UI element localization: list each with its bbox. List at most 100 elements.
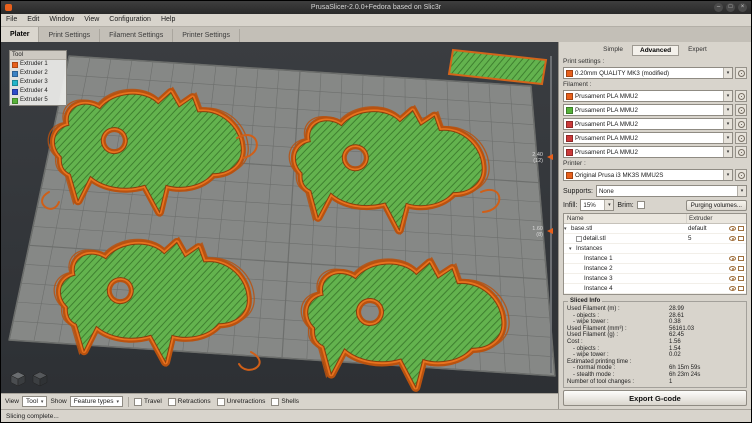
layer-slider-handle[interactable]: 1.60 (8) — [532, 226, 543, 238]
visibility-eye-icon[interactable] — [729, 256, 736, 261]
extruder-color-chip — [12, 89, 18, 95]
printable-icon[interactable] — [738, 266, 744, 271]
mode-tab[interactable]: Advanced — [632, 45, 679, 56]
menu-item[interactable]: Edit — [22, 14, 44, 26]
mode-tab[interactable]: Simple — [596, 45, 630, 56]
visibility-eye-icon[interactable] — [729, 276, 736, 281]
settings-tab[interactable]: Printer Settings — [173, 29, 240, 42]
filament-edit-button[interactable] — [735, 104, 747, 116]
feature-toggle[interactable]: Shells — [271, 398, 299, 406]
row-checkbox[interactable] — [576, 236, 582, 242]
object-list-row[interactable]: Instance 2 — [564, 264, 746, 274]
feature-checkbox[interactable] — [217, 398, 225, 406]
object-extruder[interactable]: default — [686, 225, 722, 232]
object-list-row[interactable]: ▾ Instances — [564, 244, 746, 254]
printable-icon[interactable] — [738, 226, 744, 231]
object-list-row[interactable]: Instance 1 — [564, 254, 746, 264]
printable-icon[interactable] — [738, 256, 744, 261]
filament-select[interactable]: Prusament PLA MMU2 — [563, 104, 733, 116]
view-cube-icon[interactable] — [9, 370, 27, 388]
gear-icon — [738, 149, 745, 156]
purging-volumes-button[interactable]: Purging volumes... — [686, 200, 747, 211]
menu-item[interactable]: Help — [156, 14, 180, 26]
menu-item[interactable]: Window — [44, 14, 79, 26]
maximize-button[interactable]: □ — [726, 3, 735, 12]
object-list-row[interactable]: ▾ base.stl default — [564, 224, 746, 234]
feature-checkbox[interactable] — [168, 398, 176, 406]
layer-slider-track[interactable] — [550, 56, 552, 373]
menu-item[interactable]: Configuration — [104, 14, 156, 26]
settings-tab[interactable]: Filament Settings — [100, 29, 173, 42]
chevron-down-icon[interactable] — [604, 200, 613, 210]
chevron-down-icon[interactable] — [723, 170, 732, 180]
menu-item[interactable]: File — [1, 14, 22, 26]
object-name: Instance 3 — [584, 275, 613, 282]
feature-checkbox[interactable] — [271, 398, 279, 406]
gcode-preview-viewport[interactable]: GINA PRUSA — [1, 42, 558, 393]
feature-checkbox[interactable] — [134, 398, 142, 406]
object-list-row[interactable]: Instance 3 — [564, 274, 746, 284]
close-button[interactable]: × — [738, 3, 747, 12]
slider-handle-arrow-icon[interactable] — [547, 228, 553, 234]
printable-icon[interactable] — [738, 236, 744, 241]
mode-tab[interactable]: Expert — [681, 45, 714, 56]
filament-edit-button[interactable] — [735, 132, 747, 144]
brim-checkbox[interactable] — [637, 201, 645, 209]
filament-select[interactable]: Prusament PLA MMU2 — [563, 90, 733, 102]
view-cube-icon[interactable] — [31, 370, 49, 388]
layer-slider-handle[interactable]: 2.40 (12) — [532, 152, 543, 164]
feature-toggle[interactable]: Unretractions — [217, 398, 266, 406]
show-select[interactable]: Feature types — [70, 396, 123, 407]
printable-icon[interactable] — [738, 286, 744, 291]
feature-toggle-label: Unretractions — [227, 398, 266, 405]
filament-edit-button[interactable] — [735, 90, 747, 102]
infill-select[interactable]: 15% — [580, 199, 614, 211]
layer-number: (12) — [532, 158, 543, 164]
object-list-row[interactable]: Instance 4 — [564, 284, 746, 294]
info-label: Used Filament (mm³) : — [567, 326, 669, 333]
chevron-down-icon[interactable] — [723, 147, 732, 157]
chevron-down-icon[interactable] — [723, 68, 732, 78]
settings-tab[interactable]: Plater — [1, 27, 39, 42]
printer-select[interactable]: Original Prusa i3 MK3S MMU2S — [563, 169, 733, 181]
supports-select[interactable]: None — [596, 185, 747, 197]
export-gcode-button[interactable]: Export G-code — [563, 390, 747, 406]
wipe-tower[interactable] — [449, 50, 546, 84]
expander-arrow-icon[interactable]: ▾ — [569, 246, 575, 252]
expander-arrow-icon[interactable]: ▾ — [564, 226, 570, 232]
chevron-down-icon[interactable] — [737, 186, 746, 196]
layer-number: (8) — [532, 232, 543, 238]
chevron-down-icon[interactable] — [723, 91, 732, 101]
filament-select[interactable]: Prusament PLA MMU2 — [563, 132, 733, 144]
gear-icon — [738, 172, 745, 179]
print-settings-select[interactable]: 0.20mm QUALITY MK3 (modified) — [563, 67, 733, 79]
feature-toggle[interactable]: Retractions — [168, 398, 211, 406]
sliced-info-row: Cost : 1.56 — [567, 339, 743, 346]
chevron-down-icon[interactable] — [723, 133, 732, 143]
filament-edit-button[interactable] — [735, 146, 747, 158]
feature-toggle[interactable]: Travel — [134, 398, 162, 406]
printer-edit-button[interactable] — [735, 169, 747, 181]
visibility-eye-icon[interactable] — [729, 286, 736, 291]
settings-tab[interactable]: Print Settings — [39, 29, 100, 42]
object-list-row[interactable]: detail.stl 5 — [564, 234, 746, 244]
visibility-eye-icon[interactable] — [729, 236, 736, 241]
object-extruder[interactable]: 5 — [686, 235, 722, 242]
filament-edit-button[interactable] — [735, 118, 747, 130]
chevron-down-icon[interactable] — [723, 119, 732, 129]
print-settings-edit-button[interactable] — [735, 67, 747, 79]
slider-handle-arrow-icon[interactable] — [547, 154, 553, 160]
view-select[interactable]: Tool — [22, 396, 47, 407]
visibility-eye-icon[interactable] — [729, 266, 736, 271]
menu-item[interactable]: View — [79, 14, 104, 26]
filament-select[interactable]: Prusament PLA MMU2 — [563, 146, 733, 158]
sliced-info-row: - wipe tower : 0.38 — [567, 319, 743, 326]
minimize-button[interactable]: – — [714, 3, 723, 12]
view-gizmo[interactable] — [9, 370, 49, 388]
chevron-down-icon[interactable] — [723, 105, 732, 115]
layer-slider[interactable]: 2.40 (12) 1.60 (8) — [545, 56, 555, 373]
printable-icon[interactable] — [738, 276, 744, 281]
visibility-eye-icon[interactable] — [729, 226, 736, 231]
filament-select[interactable]: Prusament PLA MMU2 — [563, 118, 733, 130]
preset-color-chip — [566, 70, 573, 77]
